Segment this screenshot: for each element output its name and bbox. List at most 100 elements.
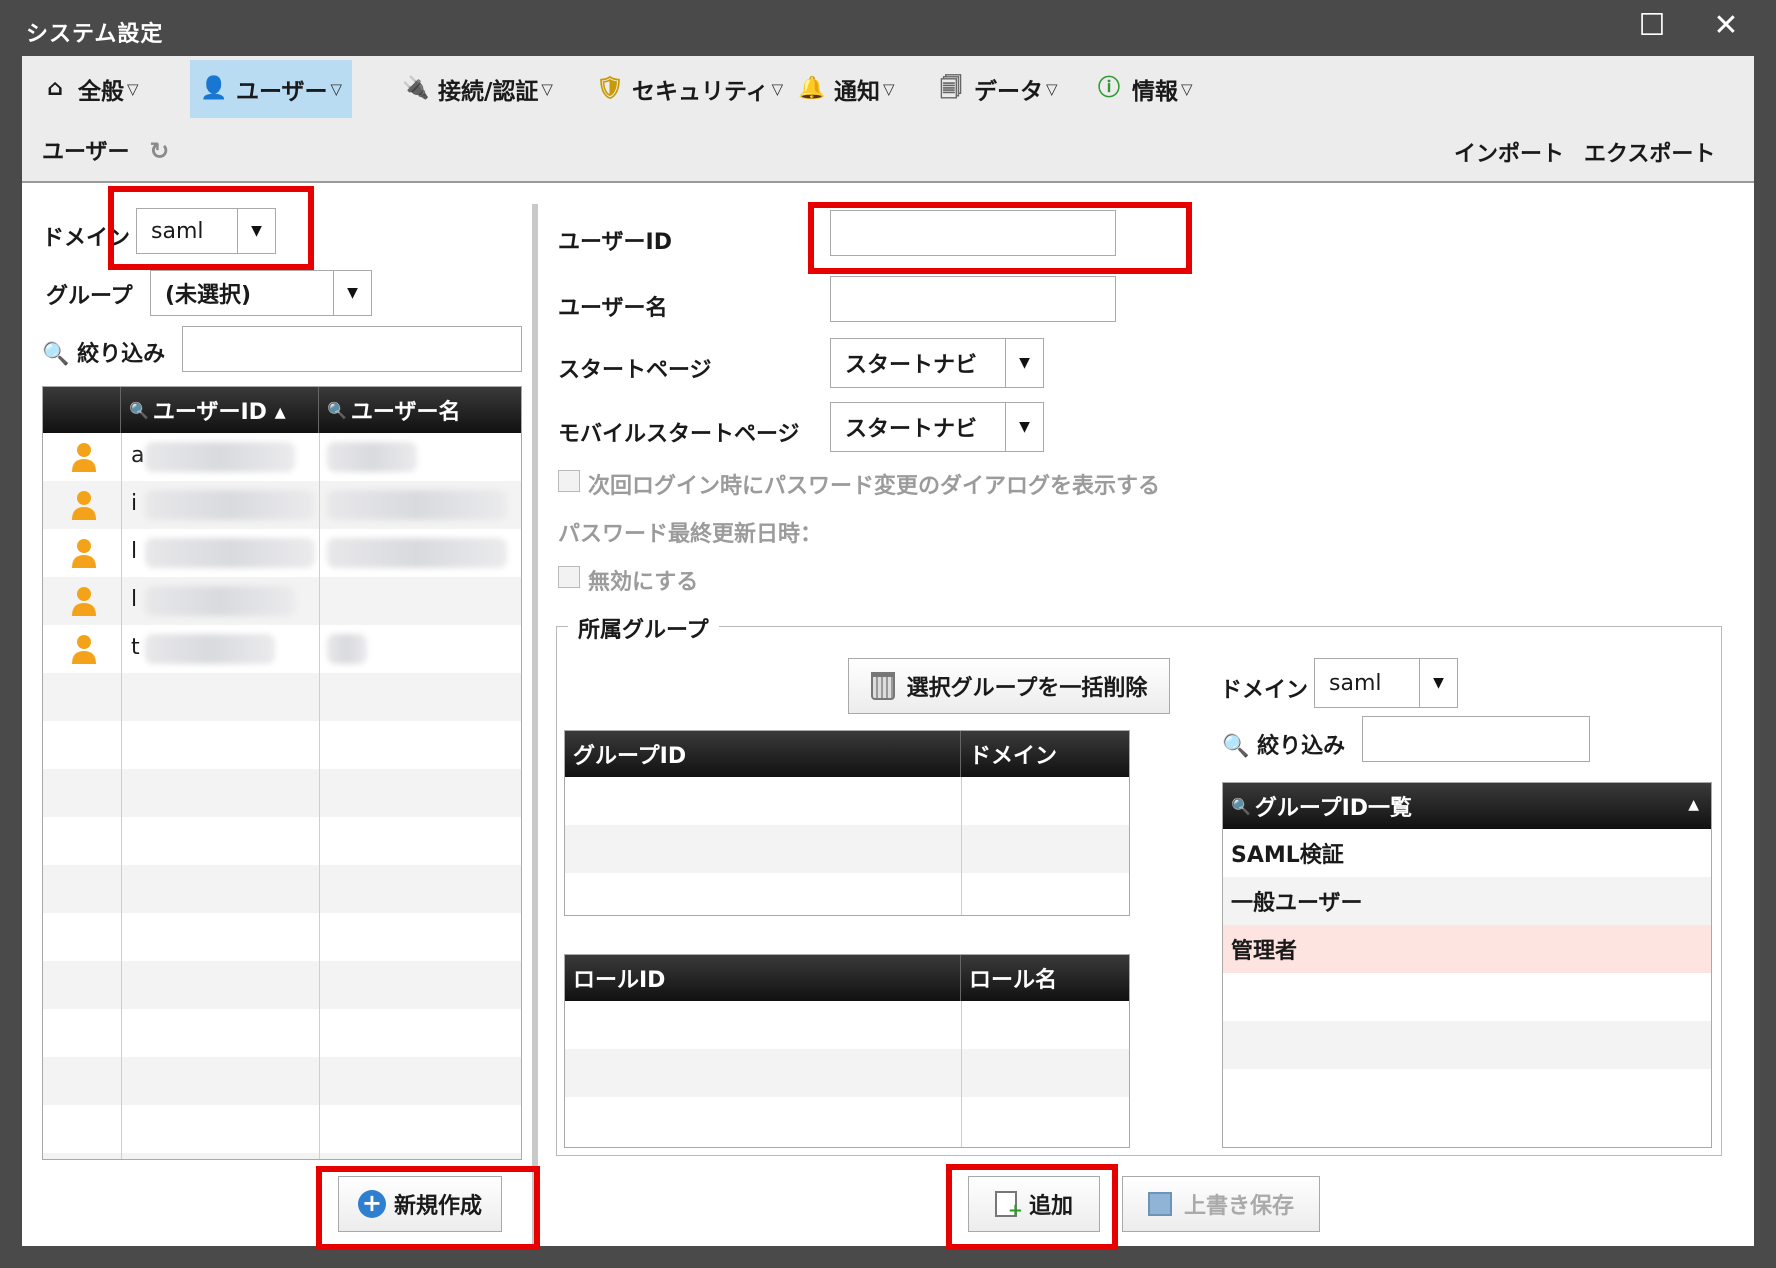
add-document-icon: +	[994, 1191, 1023, 1221]
close-icon[interactable]: ✕	[1708, 8, 1744, 44]
overwrite-save-label: 上書き保存	[1183, 1194, 1294, 1219]
column-divider	[319, 433, 320, 1159]
group-id-list-header[interactable]: 🔍 グループID一覧 ▲	[1223, 783, 1711, 829]
disable-label: 無効にする	[588, 570, 699, 595]
user-name-label: ユーザー名	[558, 296, 668, 321]
refresh-icon[interactable]: ↻	[149, 137, 169, 165]
user-name-input[interactable]	[830, 276, 1116, 322]
menu-connection-auth[interactable]: 🔌 接続/認証 ▽	[392, 60, 563, 118]
domain-select[interactable]: saml ▼	[136, 208, 276, 254]
empty-row	[43, 673, 521, 721]
bell-icon: 🔔	[798, 76, 826, 101]
table-row[interactable]: t	[43, 625, 521, 673]
export-link[interactable]: エクスポート	[1584, 136, 1715, 168]
user-icon	[71, 489, 97, 521]
list-item	[1223, 1069, 1711, 1117]
group-list-item[interactable]: 一般ユーザー	[1223, 877, 1711, 925]
table-row[interactable]	[565, 1049, 1129, 1097]
start-page-value: スタートナビ	[845, 353, 978, 378]
group-list-item[interactable]: SAML検証	[1223, 829, 1711, 877]
chevron-down-icon: ▼	[1419, 659, 1457, 707]
password-dialog-checkbox[interactable]	[558, 470, 580, 492]
empty-row	[43, 961, 521, 1009]
domain-select-value: saml	[151, 218, 204, 244]
menu-security[interactable]: 🛡 セキュリティ ▽	[586, 60, 793, 118]
user-name-column-header[interactable]: 🔍 ユーザー名	[319, 387, 521, 433]
menu-data[interactable]: 🗐 データ ▽	[928, 60, 1068, 118]
menu-general[interactable]: ⌂ 全般 ▽	[32, 60, 149, 118]
add-button[interactable]: + 追加	[968, 1176, 1100, 1232]
table-row[interactable]	[565, 873, 1129, 915]
role-id-column-header[interactable]: ロールID	[565, 955, 961, 1001]
group-filter-input[interactable]	[1362, 716, 1590, 762]
start-page-select[interactable]: スタートナビ ▼	[830, 338, 1044, 388]
documents-icon: 🗐	[940, 76, 962, 101]
mobile-start-page-select[interactable]: スタートナビ ▼	[830, 402, 1044, 452]
list-item	[1223, 973, 1711, 1021]
filter-label: 🔍 絞り込み	[42, 336, 165, 368]
bulk-delete-groups-button[interactable]: 選択グループを一括削除	[848, 658, 1170, 714]
group-domain-label: ドメイン	[1220, 678, 1309, 703]
table-row[interactable]: l	[43, 529, 521, 577]
group-select[interactable]: (未選択) ▼	[150, 270, 372, 316]
mobile-start-page-value: スタートナビ	[845, 417, 978, 442]
import-link[interactable]: インポート	[1454, 136, 1564, 168]
new-user-button[interactable]: + 新規作成	[338, 1176, 502, 1232]
domain-label: ドメイン	[42, 226, 131, 251]
table-row[interactable]	[565, 825, 1129, 873]
search-icon: 🔍	[1231, 796, 1251, 816]
empty-row	[43, 1153, 521, 1159]
user-id-column-header[interactable]: 🔍 ユーザーID ▴	[121, 387, 319, 433]
table-row[interactable]	[565, 777, 1129, 825]
table-row[interactable]: i	[43, 481, 521, 529]
table-row[interactable]	[565, 1097, 1129, 1145]
menu-label: 情報	[1132, 79, 1178, 105]
redacted-user-id	[145, 586, 295, 616]
user-filter-input[interactable]	[182, 326, 522, 372]
menu-user[interactable]: 👤 ユーザー ▽	[190, 60, 353, 118]
user-id-input[interactable]	[830, 210, 1116, 256]
group-fieldset-legend: 所属グループ	[568, 612, 719, 644]
menu-notification[interactable]: 🔔 通知 ▽	[788, 60, 905, 118]
role-name-column-header[interactable]: ロール名	[961, 955, 1129, 1001]
menu-label: ユーザー	[236, 79, 328, 105]
group-label: グループ	[46, 284, 133, 309]
disable-checkbox[interactable]	[558, 566, 580, 588]
redacted-user-id	[145, 442, 295, 472]
user-icon	[71, 633, 97, 665]
sort-ascending-icon: ▲	[1688, 797, 1699, 813]
start-page-label: スタートページ	[558, 358, 712, 383]
password-dialog-label: 次回ログイン時にパスワード変更のダイアログを表示する	[588, 474, 1161, 499]
redacted-user-id	[145, 634, 275, 664]
section-title-label: ユーザー	[42, 140, 130, 165]
search-icon: 🔍	[42, 342, 70, 367]
panel-splitter[interactable]	[532, 204, 538, 1244]
table-row[interactable]: l	[43, 577, 521, 625]
empty-row	[43, 817, 521, 865]
group-select-value: (未選択)	[165, 283, 252, 308]
add-button-label: 追加	[1028, 1194, 1073, 1219]
search-icon: 🔍	[327, 400, 347, 420]
user-id-cell: a	[131, 443, 145, 468]
assigned-groups-header: グループID ドメイン	[565, 731, 1129, 777]
user-icon: 👤	[200, 76, 228, 101]
user-id-cell: l	[131, 587, 138, 612]
group-id-column-header[interactable]: グループID	[565, 731, 961, 777]
column-label: ユーザーID ▴	[152, 400, 286, 425]
maximize-icon[interactable]: ☐	[1634, 8, 1670, 44]
group-id-list-label: グループID一覧	[1254, 796, 1413, 821]
section-title: ユーザー ↻	[42, 134, 169, 166]
menu-label: 通知	[834, 79, 880, 105]
user-icon	[71, 537, 97, 569]
group-domain-select[interactable]: saml ▼	[1314, 658, 1458, 708]
trash-icon	[870, 672, 895, 700]
chevron-down-icon: ▼	[333, 271, 371, 315]
table-row[interactable]: a	[43, 433, 521, 481]
overwrite-save-button[interactable]: 上書き保存	[1122, 1176, 1320, 1232]
system-settings-window: システム設定 ☐ ✕ ⌂ 全般 ▽ 👤 ユーザー ▽ 🔌 接続/認証 ▽ 🛡 セ	[0, 0, 1776, 1268]
group-list-item[interactable]: 管理者	[1223, 925, 1711, 973]
domain-column-header[interactable]: ドメイン	[961, 731, 1129, 777]
table-row[interactable]	[565, 1001, 1129, 1049]
redacted-user-name	[327, 634, 367, 664]
menu-info[interactable]: ⓘ 情報 ▽	[1086, 60, 1203, 118]
